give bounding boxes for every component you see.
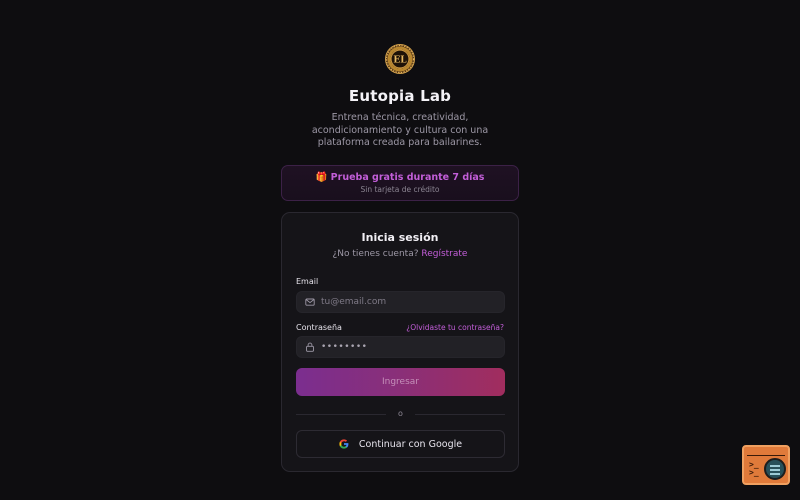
password-input[interactable]: •••••••• xyxy=(321,342,367,352)
trial-banner: 🎁 Prueba gratis durante 7 días Sin tarje… xyxy=(281,165,519,201)
login-title: Inicia sesión xyxy=(361,231,439,244)
google-signin-button[interactable]: Continuar con Google xyxy=(296,430,505,458)
tagline-line: plataforma creada para bailarines. xyxy=(317,137,483,148)
login-card: Inicia sesión ¿No tienes cuenta? Regístr… xyxy=(281,212,519,472)
login-page: EL Eutopia Lab Entrena técnica, creativi… xyxy=(0,0,800,500)
login-submit-button[interactable]: Ingresar xyxy=(296,368,505,396)
trial-title: 🎁 Prueba gratis durante 7 días xyxy=(315,172,485,183)
password-label: Contraseña xyxy=(296,323,342,332)
logo-monogram: EL xyxy=(393,56,407,66)
google-button-label: Continuar con Google xyxy=(358,438,463,450)
google-icon xyxy=(339,439,349,449)
signup-prompt: ¿No tienes cuenta? Regístrate xyxy=(282,249,518,259)
signup-prompt-text: ¿No tienes cuenta? xyxy=(332,249,419,259)
widget-titlebar xyxy=(747,450,785,456)
forgot-password-link[interactable]: ¿Olvidaste tu contraseña? xyxy=(406,323,504,332)
tagline-line: acondicionamiento y cultura con una xyxy=(311,124,489,136)
signup-link[interactable]: Regístrate xyxy=(421,249,467,259)
brand-tagline: Entrena técnica, creatividad, acondicion… xyxy=(310,112,490,150)
mail-icon xyxy=(305,298,315,306)
email-input[interactable] xyxy=(321,297,501,307)
brand-title: Eutopia Lab xyxy=(348,87,452,105)
terminal-search-icon[interactable]: >_ >_ xyxy=(742,445,790,485)
medallion-logo-icon: EL xyxy=(385,44,415,74)
terminal-prompt-glyph: >_ >_ xyxy=(749,460,759,477)
trial-note: Sin tarjeta de crédito xyxy=(360,185,440,194)
lock-icon xyxy=(306,342,314,352)
tagline-line: Entrena técnica, creatividad, xyxy=(331,112,469,123)
password-field[interactable]: •••••••• xyxy=(296,336,505,358)
email-field[interactable] xyxy=(296,291,505,313)
email-label: Email xyxy=(296,277,319,286)
magnifier-lens xyxy=(764,458,786,480)
divider-line xyxy=(415,414,505,415)
or-divider: o xyxy=(296,409,505,419)
